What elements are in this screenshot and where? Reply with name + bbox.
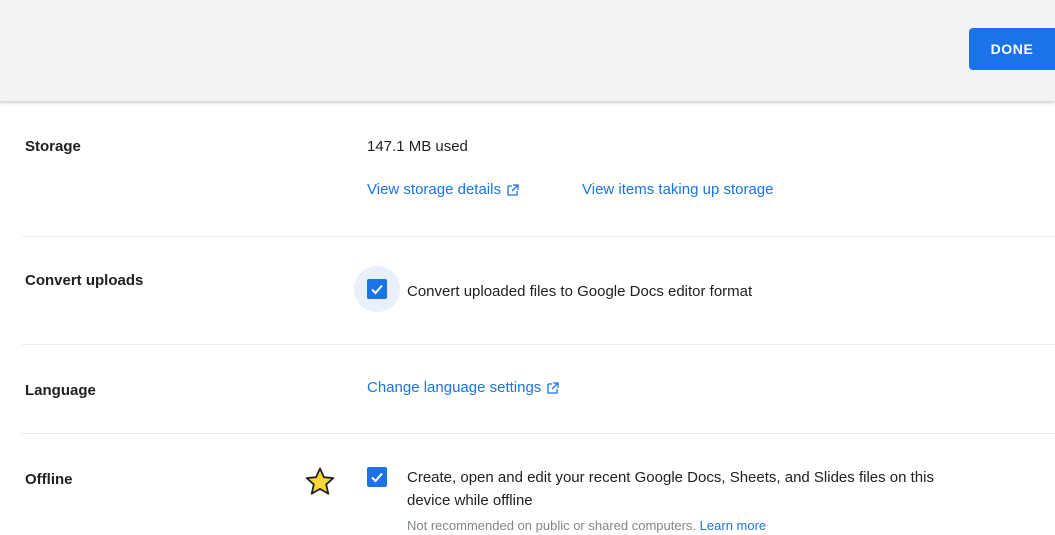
language-label: Language [25, 382, 96, 399]
view-items-taking-storage-link[interactable]: View items taking up storage [582, 181, 774, 198]
view-storage-details-label: View storage details [367, 181, 501, 198]
change-language-label: Change language settings [367, 379, 542, 396]
divider [22, 236, 1055, 237]
offline-note: Not recommended on public or shared comp… [407, 518, 766, 533]
settings-page: DONE Storage 147.1 MB used View storage … [0, 0, 1055, 535]
check-icon [371, 472, 383, 483]
check-icon [371, 284, 383, 295]
star-icon[interactable] [304, 466, 336, 498]
top-bar: DONE [0, 0, 1055, 102]
change-language-settings-link[interactable]: Change language settings [367, 379, 559, 396]
done-button[interactable]: DONE [969, 28, 1055, 70]
storage-used-text: 147.1 MB used [367, 138, 468, 155]
offline-checkbox[interactable] [367, 467, 387, 487]
offline-description-line1: Create, open and edit your recent Google… [407, 469, 934, 486]
offline-note-text: Not recommended on public or shared comp… [407, 518, 697, 533]
external-link-icon [507, 183, 519, 196]
divider [22, 344, 1055, 345]
convert-uploads-checkbox[interactable] [367, 279, 387, 299]
external-link-icon [547, 381, 559, 394]
offline-label: Offline [25, 471, 73, 488]
convert-uploads-text: Convert uploaded files to Google Docs ed… [407, 283, 753, 300]
view-storage-details-link[interactable]: View storage details [367, 181, 519, 198]
storage-label: Storage [25, 138, 81, 155]
convert-uploads-label: Convert uploads [25, 272, 144, 289]
offline-description-line2: device while offline [407, 492, 533, 509]
learn-more-link[interactable]: Learn more [700, 518, 766, 533]
divider [22, 433, 1055, 434]
view-items-label: View items taking up storage [582, 181, 774, 198]
